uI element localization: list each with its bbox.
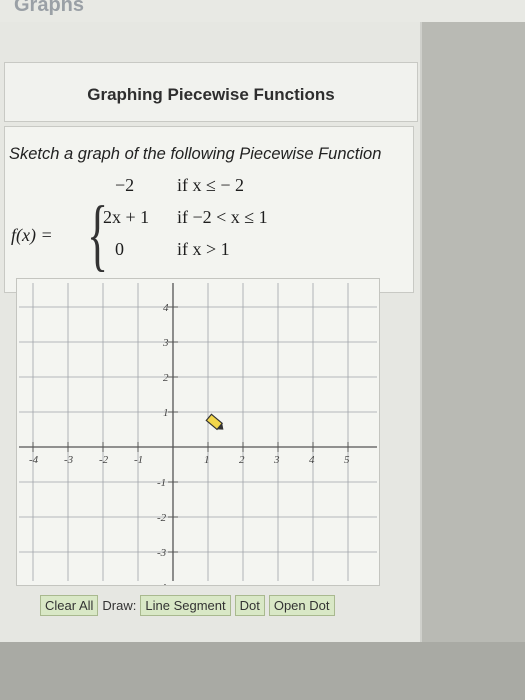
x-tick-label: -3 xyxy=(64,454,74,466)
y-tick-label: -1 xyxy=(157,477,166,489)
coordinate-plane[interactable]: -5-4-3-2-11234554321-1-2-3-4-5 xyxy=(0,236,384,629)
pencil-cursor-icon xyxy=(205,413,224,431)
case-2-expr: 2x + 1 xyxy=(103,207,150,227)
draw-toolbar: Clear All Draw: Line Segment Dot Open Do… xyxy=(40,593,339,617)
problem-prompt: Sketch a graph of the following Piecewis… xyxy=(9,145,382,163)
case-3-condition: if x > 1 xyxy=(177,239,230,259)
x-tick-label: -2 xyxy=(99,454,109,466)
clear-all-button[interactable]: Clear All xyxy=(40,594,99,616)
x-tick-label: 2 xyxy=(239,454,245,466)
y-tick-label: 2 xyxy=(163,372,169,384)
header-fragment: Graphs xyxy=(14,0,85,16)
draw-label: Draw: xyxy=(102,597,137,613)
y-tick-label: -3 xyxy=(157,547,167,559)
problem-box: Sketch a graph of the following Piecewis… xyxy=(4,126,414,293)
x-tick-label: 4 xyxy=(309,454,315,466)
y-tick-label: 4 xyxy=(163,302,169,314)
function-name: f(x) = xyxy=(11,225,53,245)
page-title: Graphing Piecewise Functions xyxy=(87,85,335,104)
background-surface xyxy=(0,642,525,700)
title-box: Graphing Piecewise Functions xyxy=(4,62,418,122)
y-tick-label: -4 xyxy=(157,582,167,585)
top-strip: Graphs xyxy=(0,0,525,22)
y-tick-label: -2 xyxy=(157,512,167,524)
line-segment-button[interactable]: Line Segment xyxy=(140,594,231,616)
x-tick-label: -4 xyxy=(29,454,39,466)
x-tick-label: 5 xyxy=(344,454,350,466)
case-1-expr: −2 xyxy=(115,175,135,195)
case-1-condition: if x ≤ − 2 xyxy=(177,175,245,195)
open-dot-button[interactable]: Open Dot xyxy=(268,594,335,616)
x-tick-label: -1 xyxy=(134,454,143,466)
x-tick-label: 3 xyxy=(273,454,280,466)
x-tick-label: 1 xyxy=(204,454,210,466)
graph-canvas[interactable]: -5-4-3-2-11234554321-1-2-3-4-5 xyxy=(0,236,384,629)
case-2-condition: if −2 < x ≤ 1 xyxy=(177,207,268,227)
case-3-expr: 0 xyxy=(115,239,124,259)
y-tick-label: 3 xyxy=(162,337,169,349)
y-tick-label: 1 xyxy=(163,407,169,419)
dot-button[interactable]: Dot xyxy=(234,594,265,616)
